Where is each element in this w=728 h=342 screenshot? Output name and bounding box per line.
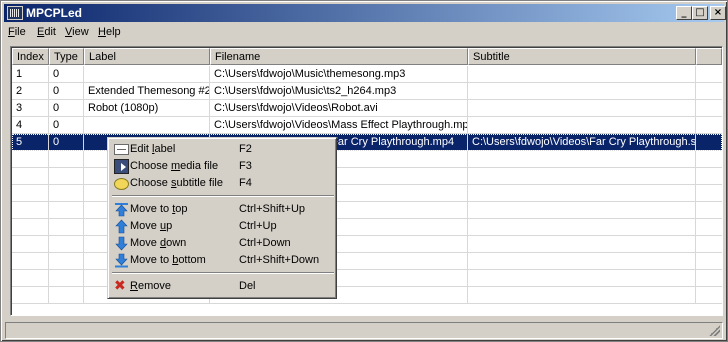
table-row[interactable]: 3 0 Robot (1080p) C:\Users\fdwojo\Videos… [12, 100, 722, 117]
menu-bar: File Edit View Help [4, 23, 724, 41]
menu-item-shortcut: Ctrl+Shift+Down [239, 254, 320, 266]
menu-item-label: Move up [130, 220, 173, 232]
status-bar [5, 322, 723, 339]
cell-subtitle [468, 83, 696, 99]
remove-icon: ✖ [114, 278, 126, 294]
menu-item-label: Move down [130, 237, 187, 249]
cell-filename: C:\Users\fdwojo\Videos\Robot.avi [210, 100, 468, 116]
menu-item-move-to-bottom[interactable]: Move to bottom Ctrl+Shift+Down [111, 252, 335, 269]
menu-item-shortcut: F2 [239, 143, 252, 155]
cell-label [84, 117, 210, 133]
column-header-filler [696, 48, 722, 65]
menu-item-remove[interactable]: ✖ Remove Del [111, 278, 335, 295]
cell-type: 0 [49, 134, 84, 150]
column-header-filename[interactable]: Filename [210, 48, 468, 65]
column-header-label[interactable]: Label [84, 48, 210, 65]
menu-item-shortcut: Ctrl+Shift+Up [239, 203, 306, 215]
menu-item-shortcut: F3 [239, 160, 252, 172]
cell-type: 0 [49, 117, 84, 133]
cell-type: 0 [49, 83, 84, 99]
subtitle-file-icon [114, 178, 129, 190]
app-window: MPCPLed _ □ × File Edit View Help Index … [0, 0, 728, 342]
cell-filler [696, 117, 722, 133]
menu-file-rest: ile [14, 26, 26, 38]
menu-view-rest: iew [72, 26, 89, 38]
menu-file-accel: F [8, 26, 15, 38]
menu-help-accel: H [98, 26, 106, 38]
menu-file[interactable]: File [8, 26, 26, 38]
menu-item-shortcut: F4 [239, 177, 252, 189]
move-up-icon [114, 219, 129, 234]
menu-help[interactable]: Help [98, 26, 121, 38]
menu-item-label: Edit label [130, 143, 176, 155]
table-row[interactable]: 4 0 C:\Users\fdwojo\Videos\Mass Effect P… [12, 117, 722, 134]
media-file-icon [114, 159, 129, 174]
menu-item-choose-subtitle-file[interactable]: Choose subtitle file F4 [111, 175, 335, 192]
menu-separator [112, 272, 334, 274]
minimize-button[interactable]: _ [676, 6, 692, 20]
cell-subtitle [468, 117, 696, 133]
menu-item-shortcut: Ctrl+Up [239, 220, 277, 232]
menu-edit-rest: dit [44, 26, 56, 38]
edit-label-icon [114, 144, 129, 155]
column-header-index[interactable]: Index [12, 48, 49, 65]
menu-item-edit-label[interactable]: Edit label F2 [111, 141, 335, 158]
move-down-icon [114, 236, 129, 251]
menu-item-choose-media-file[interactable]: Choose media file F3 [111, 158, 335, 175]
menu-item-label: Choose media file [130, 160, 219, 172]
menu-edit[interactable]: Edit [37, 26, 56, 38]
cell-index: 5 [12, 134, 49, 150]
cell-filler [696, 83, 722, 99]
cell-index: 2 [12, 83, 49, 99]
move-to-top-icon [114, 202, 129, 217]
context-menu: Edit label F2 Choose media file F3 Choos… [107, 137, 337, 299]
cell-label [84, 66, 210, 82]
menu-item-label: Move to top [130, 203, 188, 215]
cell-filler [696, 134, 722, 150]
cell-filename: C:\Users\fdwojo\Music\ts2_h264.mp3 [210, 83, 468, 99]
cell-label: Robot (1080p) [84, 100, 210, 116]
cell-type: 0 [49, 100, 84, 116]
menu-separator [112, 195, 334, 197]
table-row[interactable]: 2 0 Extended Themesong #2 C:\Users\fdwoj… [12, 83, 722, 100]
cell-filler [696, 100, 722, 116]
menu-item-move-to-top[interactable]: Move to top Ctrl+Shift+Up [111, 201, 335, 218]
resize-grip-icon[interactable] [709, 325, 720, 336]
maximize-button[interactable]: □ [692, 6, 708, 20]
table-row[interactable]: 1 0 C:\Users\fdwojo\Music\themesong.mp3 [12, 66, 722, 83]
menu-item-label: Choose subtitle file [130, 177, 223, 189]
app-icon [7, 6, 23, 20]
cell-subtitle: C:\Users\fdwojo\Videos\Far Cry Playthrou… [468, 134, 696, 150]
menu-item-label: Move to bottom [130, 254, 206, 266]
cell-filename: C:\Users\fdwojo\Music\themesong.mp3 [210, 66, 468, 82]
cell-label: Extended Themesong #2 [84, 83, 210, 99]
move-to-bottom-icon [114, 253, 129, 268]
cell-index: 1 [12, 66, 49, 82]
menu-item-move-up[interactable]: Move up Ctrl+Up [111, 218, 335, 235]
close-button[interactable]: × [710, 6, 726, 20]
window-title: MPCPLed [26, 6, 83, 20]
menu-item-move-down[interactable]: Move down Ctrl+Down [111, 235, 335, 252]
column-header-subtitle[interactable]: Subtitle [468, 48, 696, 65]
title-bar[interactable]: MPCPLed _ □ × [4, 4, 726, 22]
menu-view[interactable]: View [65, 26, 89, 38]
cell-type: 0 [49, 66, 84, 82]
cell-filler [696, 66, 722, 82]
cell-index: 3 [12, 100, 49, 116]
cell-filename: C:\Users\fdwojo\Videos\Mass Effect Playt… [210, 117, 468, 133]
menu-item-shortcut: Ctrl+Down [239, 237, 291, 249]
cell-index: 4 [12, 117, 49, 133]
menu-item-shortcut: Del [239, 280, 256, 292]
menu-help-rest: elp [105, 26, 121, 38]
cell-subtitle [468, 66, 696, 82]
menu-item-label: Remove [130, 280, 171, 292]
cell-subtitle [468, 100, 696, 116]
column-header-type[interactable]: Type [49, 48, 84, 65]
